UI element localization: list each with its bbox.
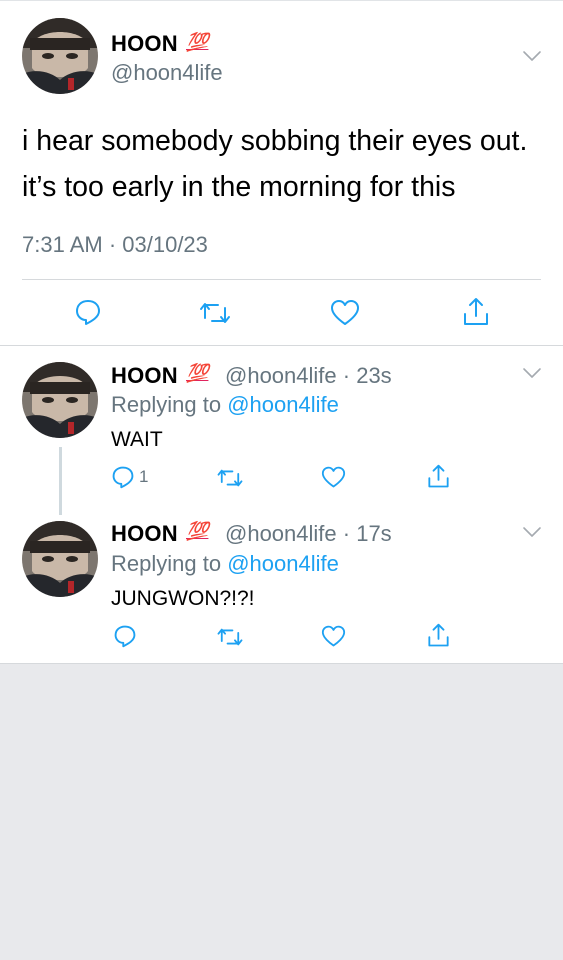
retweet-button[interactable] [216,467,244,489]
tweet-text: i hear somebody sobbing their eyes out. … [22,125,528,203]
top-divider [0,0,563,1]
comment-icon [76,300,100,325]
thread-connector [59,447,62,515]
chevron-down-icon[interactable] [522,366,542,380]
tweet-panel: HOON 💯 @hoon4life i hear somebody sobbin… [0,0,563,664]
reply-text: WAIT [111,428,163,451]
replying-to: Replying to @hoon4life [111,392,339,417]
display-name[interactable]: HOON [111,521,178,547]
retweet-icon [200,303,230,323]
reply-count: 1 [139,467,149,486]
replying-to: Replying to @hoon4life [111,551,339,576]
reply-age: · 17s [342,521,392,546]
reply-age: · 23s [342,363,392,388]
username-handle[interactable]: @hoon4life [111,60,223,86]
retweet-icon [217,628,243,646]
display-name[interactable]: HOON [111,31,178,57]
retweet-icon [217,469,243,487]
tweet-timestamp: 7:31 AM · 03/10/23 [22,232,208,257]
share-button[interactable] [426,463,451,490]
share-icon [428,623,449,647]
hundred-badge: 💯 [186,32,209,52]
share-icon [464,298,488,325]
display-name[interactable]: HOON [111,363,178,389]
section-divider [0,345,563,346]
heart-icon [321,466,346,488]
heart-icon [331,300,359,325]
avatar[interactable] [22,362,98,438]
comment-icon [114,625,136,648]
username-handle[interactable]: @hoon4life · 23s [225,363,392,389]
share-icon [428,464,449,488]
comment-icon [112,466,134,489]
retweet-button[interactable] [198,300,232,326]
avatar[interactable] [22,521,98,597]
replying-handle-link[interactable]: @hoon4life [227,551,339,576]
username-handle[interactable]: @hoon4life · 17s [225,521,392,547]
retweet-button[interactable] [216,626,244,648]
comment-button[interactable] [74,298,102,326]
replying-handle-link[interactable]: @hoon4life [227,392,339,417]
share-button[interactable] [461,296,491,328]
hundred-badge: 💯 [186,521,209,541]
comment-button[interactable] [113,624,137,648]
like-button[interactable] [321,466,346,489]
like-button[interactable] [330,299,360,327]
hundred-badge: 💯 [186,363,209,383]
divider [22,279,541,280]
heart-icon [321,625,346,647]
comment-button[interactable]: 1 [111,465,148,489]
share-button[interactable] [426,622,451,649]
like-button[interactable] [321,625,346,648]
chevron-down-icon[interactable] [522,525,542,539]
avatar[interactable] [22,18,98,94]
chevron-down-icon[interactable] [522,49,542,63]
reply-text: JUNGWON?!?! [111,587,255,610]
